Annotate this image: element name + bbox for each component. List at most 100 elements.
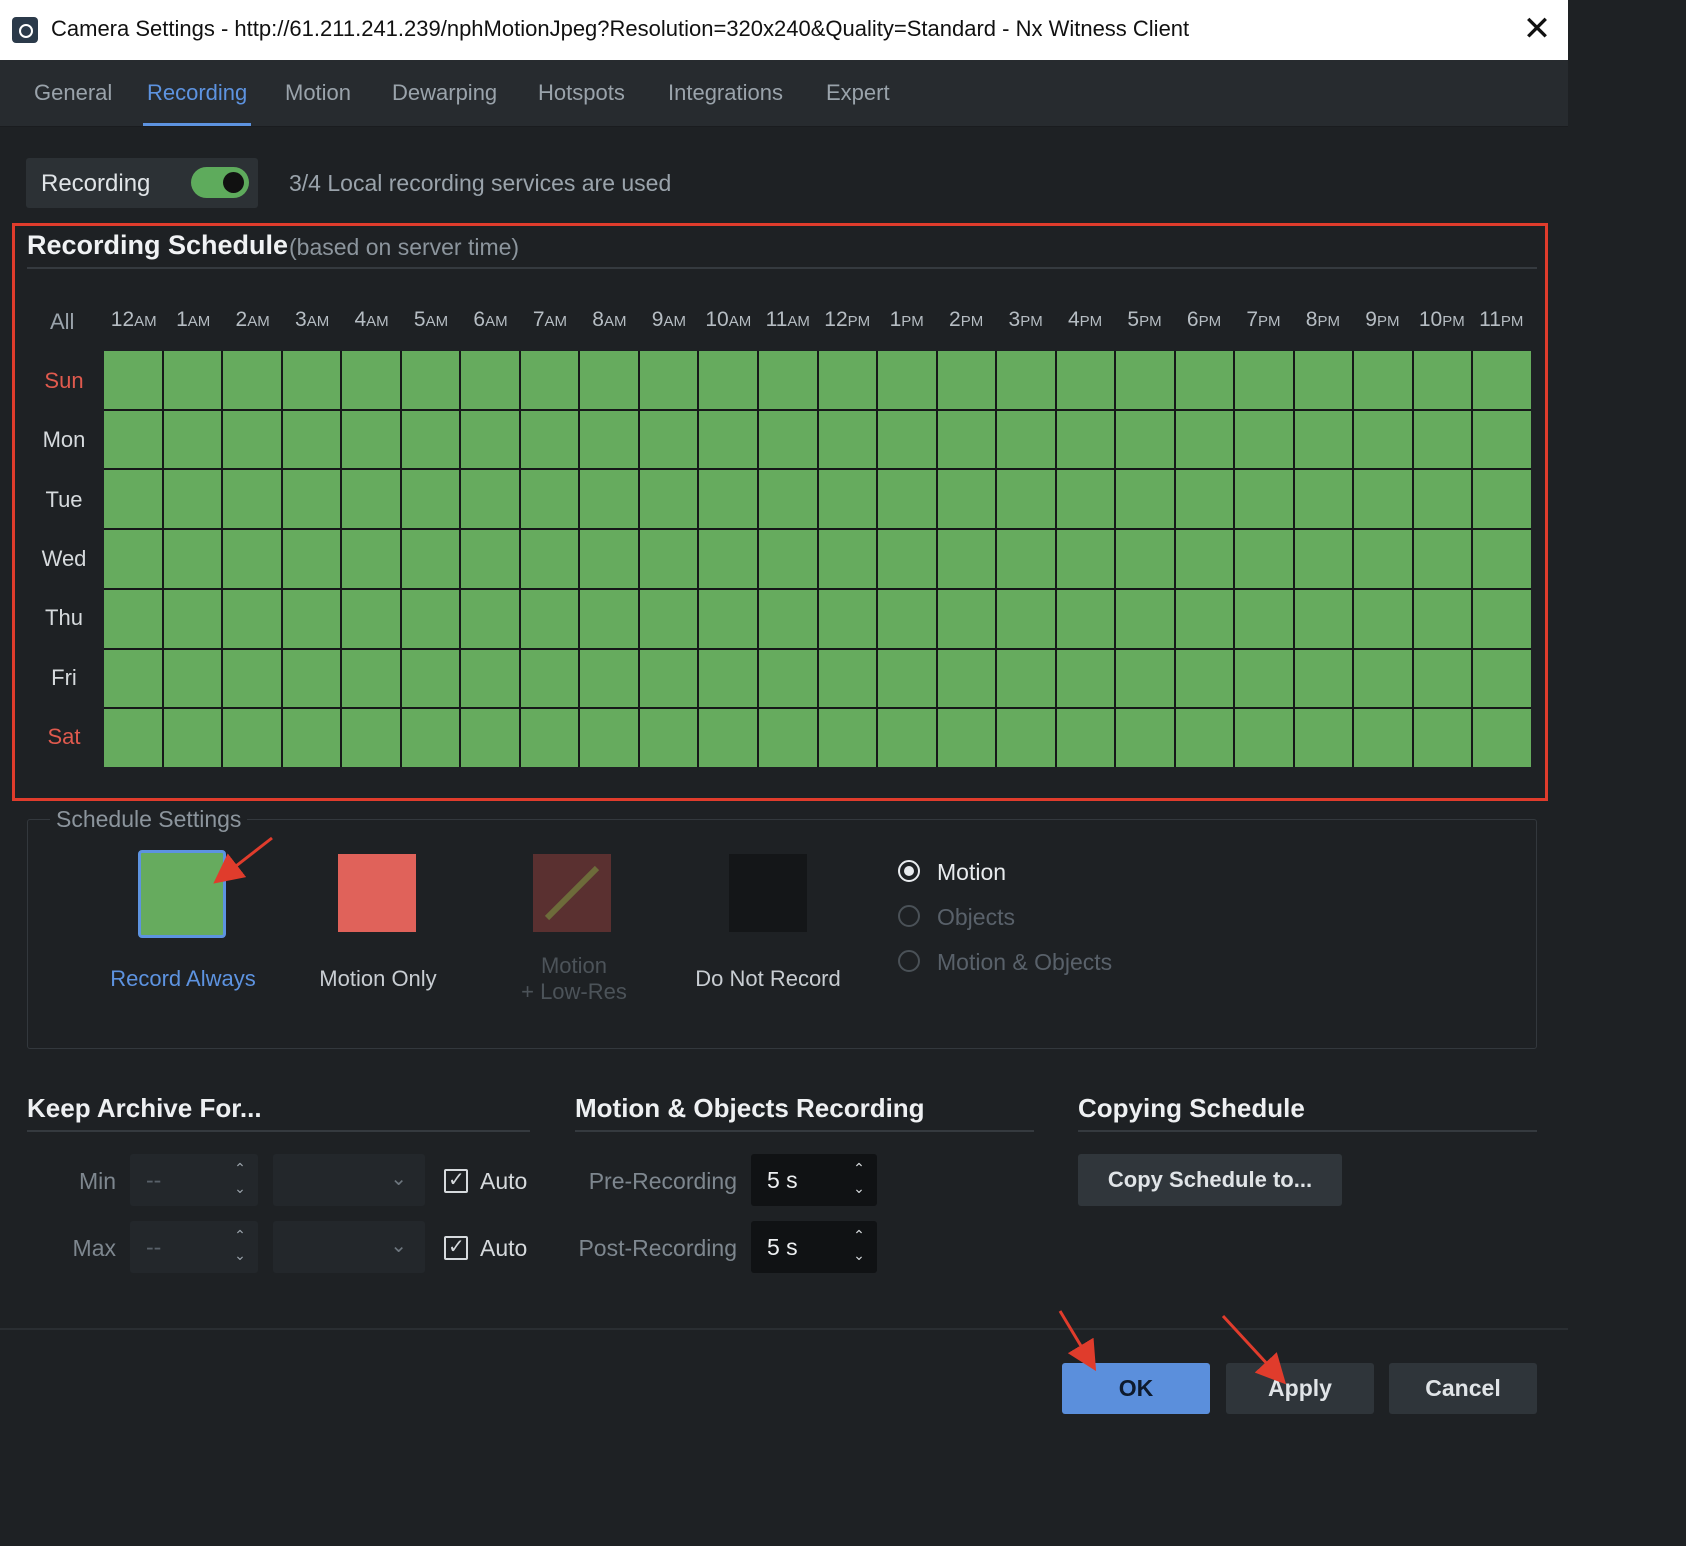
schedule-cell[interactable] bbox=[163, 530, 222, 588]
schedule-cell[interactable] bbox=[401, 709, 460, 767]
schedule-cell[interactable] bbox=[520, 470, 579, 529]
schedule-cell[interactable] bbox=[1413, 410, 1472, 469]
schedule-cell[interactable] bbox=[223, 709, 281, 767]
schedule-cell[interactable] bbox=[342, 649, 400, 708]
post-recording-stepper[interactable]: 5 s ⌃ ⌄ bbox=[751, 1221, 877, 1273]
schedule-cell[interactable] bbox=[163, 351, 222, 409]
schedule-cell[interactable] bbox=[1354, 410, 1412, 469]
schedule-cell[interactable] bbox=[997, 410, 1055, 469]
tab-recording[interactable]: Recording bbox=[142, 60, 252, 126]
schedule-cell[interactable] bbox=[1116, 709, 1174, 767]
schedule-cell[interactable] bbox=[461, 709, 519, 767]
schedule-cell[interactable] bbox=[878, 530, 936, 588]
recording-toggle[interactable] bbox=[191, 167, 249, 198]
schedule-cell[interactable] bbox=[1235, 351, 1293, 409]
pre-recording-value[interactable]: 5 s bbox=[767, 1167, 798, 1194]
schedule-cell[interactable] bbox=[1294, 709, 1353, 767]
schedule-cell[interactable] bbox=[1473, 351, 1531, 409]
schedule-cell[interactable] bbox=[878, 709, 936, 767]
schedule-cell[interactable] bbox=[1413, 589, 1472, 648]
schedule-cell[interactable] bbox=[401, 351, 460, 409]
schedule-cell[interactable] bbox=[520, 530, 579, 588]
schedule-cell[interactable] bbox=[461, 351, 519, 409]
schedule-cell[interactable] bbox=[1354, 589, 1412, 648]
record-always-swatch[interactable] bbox=[138, 850, 226, 938]
schedule-cell[interactable] bbox=[580, 709, 638, 767]
schedule-cell[interactable] bbox=[1235, 589, 1293, 648]
record-always-label[interactable]: Record Always bbox=[100, 966, 266, 992]
schedule-cell[interactable] bbox=[1056, 410, 1115, 469]
schedule-cell[interactable] bbox=[1056, 709, 1115, 767]
hour-header[interactable]: 5PM bbox=[1115, 308, 1174, 332]
schedule-cell[interactable] bbox=[1294, 649, 1353, 708]
tab-motion[interactable]: Motion bbox=[285, 60, 351, 126]
schedule-cell[interactable] bbox=[937, 649, 996, 708]
hour-header[interactable]: 7AM bbox=[520, 308, 579, 332]
day-label[interactable]: Tue bbox=[28, 487, 100, 513]
schedule-cell[interactable] bbox=[1175, 589, 1234, 648]
schedule-cell[interactable] bbox=[1175, 709, 1234, 767]
stepper-arrows-icon[interactable]: ⌃ ⌄ bbox=[849, 1225, 869, 1265]
schedule-cell[interactable] bbox=[878, 410, 936, 469]
apply-button[interactable]: Apply bbox=[1226, 1363, 1374, 1414]
schedule-cell[interactable] bbox=[1473, 589, 1531, 648]
schedule-cell[interactable] bbox=[639, 709, 698, 767]
schedule-cell[interactable] bbox=[699, 410, 757, 469]
tab-integrations[interactable]: Integrations bbox=[668, 60, 783, 126]
schedule-cell[interactable] bbox=[997, 649, 1055, 708]
schedule-cell[interactable] bbox=[997, 530, 1055, 588]
hour-header[interactable]: 5AM bbox=[401, 308, 460, 332]
schedule-cell[interactable] bbox=[580, 351, 638, 409]
schedule-cell[interactable] bbox=[1473, 410, 1531, 469]
schedule-cell[interactable] bbox=[1235, 410, 1293, 469]
min-auto-checkbox[interactable] bbox=[444, 1167, 468, 1193]
schedule-cell[interactable] bbox=[580, 410, 638, 469]
schedule-cell[interactable] bbox=[1116, 649, 1174, 708]
schedule-cell[interactable] bbox=[580, 649, 638, 708]
hour-header[interactable]: 9AM bbox=[639, 308, 698, 332]
schedule-cell[interactable] bbox=[878, 351, 936, 409]
tab-dewarping[interactable]: Dewarping bbox=[392, 60, 497, 126]
schedule-cell[interactable] bbox=[1056, 649, 1115, 708]
stepper-arrows-icon[interactable]: ⌃ ⌄ bbox=[230, 1225, 250, 1265]
schedule-cell[interactable] bbox=[758, 410, 817, 469]
schedule-cell[interactable] bbox=[639, 530, 698, 588]
ok-button[interactable]: OK bbox=[1062, 1363, 1210, 1414]
post-recording-value[interactable]: 5 s bbox=[767, 1234, 798, 1261]
day-label[interactable]: Wed bbox=[28, 546, 100, 572]
schedule-cell[interactable] bbox=[1235, 470, 1293, 529]
schedule-cell[interactable] bbox=[1294, 530, 1353, 588]
schedule-cell[interactable] bbox=[1473, 530, 1531, 588]
schedule-cell[interactable] bbox=[223, 470, 281, 529]
hour-header[interactable]: 10AM bbox=[699, 308, 758, 332]
hour-header[interactable]: 1AM bbox=[163, 308, 222, 332]
schedule-cell[interactable] bbox=[1473, 709, 1531, 767]
schedule-cell[interactable] bbox=[1175, 351, 1234, 409]
schedule-cell[interactable] bbox=[282, 649, 341, 708]
schedule-cell[interactable] bbox=[223, 410, 281, 469]
cancel-button[interactable]: Cancel bbox=[1389, 1363, 1537, 1414]
tab-general[interactable]: General bbox=[34, 60, 112, 126]
schedule-cell[interactable] bbox=[1294, 470, 1353, 529]
schedule-cell[interactable] bbox=[1473, 649, 1531, 708]
schedule-cell[interactable] bbox=[1294, 410, 1353, 469]
schedule-cell[interactable] bbox=[699, 530, 757, 588]
schedule-grid[interactable] bbox=[104, 351, 1531, 767]
schedule-cell[interactable] bbox=[580, 470, 638, 529]
schedule-cell[interactable] bbox=[818, 589, 877, 648]
schedule-cell[interactable] bbox=[342, 709, 400, 767]
schedule-cell[interactable] bbox=[878, 589, 936, 648]
motion-radio-label[interactable]: Motion bbox=[937, 859, 1006, 886]
schedule-cell[interactable] bbox=[1056, 530, 1115, 588]
schedule-cell[interactable] bbox=[520, 351, 579, 409]
schedule-cell[interactable] bbox=[520, 649, 579, 708]
schedule-cell[interactable] bbox=[1116, 470, 1174, 529]
schedule-cell[interactable] bbox=[104, 530, 162, 588]
schedule-cell[interactable] bbox=[1294, 351, 1353, 409]
schedule-cell[interactable] bbox=[997, 709, 1055, 767]
schedule-cell[interactable] bbox=[342, 351, 400, 409]
schedule-cell[interactable] bbox=[520, 410, 579, 469]
schedule-cell[interactable] bbox=[104, 410, 162, 469]
motion-only-label[interactable]: Motion Only bbox=[300, 966, 456, 992]
hour-header[interactable]: 3AM bbox=[282, 308, 341, 332]
